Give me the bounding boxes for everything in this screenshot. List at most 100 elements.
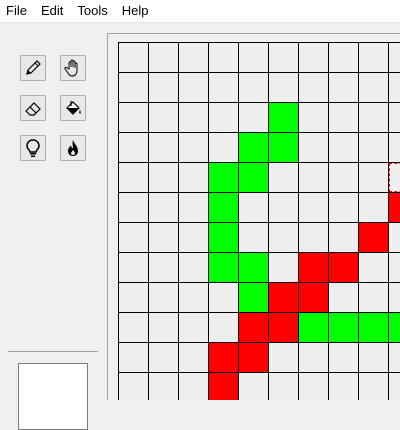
grid-cell[interactable] (388, 342, 400, 373)
grid-cell[interactable] (268, 342, 299, 373)
grid-cell[interactable] (298, 342, 329, 373)
grid-cell[interactable] (118, 72, 149, 103)
grid-cell[interactable] (268, 282, 299, 313)
grid-cell[interactable] (148, 312, 179, 343)
hand-tool-button[interactable] (60, 55, 86, 81)
eraser-tool-button[interactable] (20, 95, 46, 121)
grid-cell[interactable] (148, 72, 179, 103)
grid-cell[interactable] (238, 132, 269, 163)
grid-cell[interactable] (358, 162, 389, 193)
grid-cell[interactable] (208, 72, 239, 103)
grid-cell[interactable] (268, 252, 299, 283)
grid-cell[interactable] (148, 162, 179, 193)
grid-cell[interactable] (178, 222, 209, 253)
grid-cell[interactable] (268, 42, 299, 73)
grid-cell[interactable] (238, 192, 269, 223)
grid-cell[interactable] (208, 132, 239, 163)
menu-help[interactable]: Help (115, 0, 156, 22)
grid-cell[interactable] (118, 372, 149, 400)
grid-cell[interactable] (148, 342, 179, 373)
grid-cell[interactable] (328, 192, 359, 223)
pixel-grid[interactable] (118, 42, 400, 400)
grid-cell[interactable] (358, 282, 389, 313)
grid-cell[interactable] (328, 252, 359, 283)
grid-cell[interactable] (208, 162, 239, 193)
grid-cell[interactable] (148, 222, 179, 253)
grid-cell[interactable] (208, 342, 239, 373)
grid-cell[interactable] (298, 132, 329, 163)
fire-tool-button[interactable] (60, 135, 86, 161)
grid-cell[interactable] (178, 102, 209, 133)
grid-cell[interactable] (238, 162, 269, 193)
grid-cell[interactable] (358, 102, 389, 133)
grid-cell[interactable] (298, 42, 329, 73)
grid-cell[interactable] (358, 42, 389, 73)
grid-cell[interactable] (208, 282, 239, 313)
grid-cell[interactable] (268, 72, 299, 103)
grid-cell[interactable] (118, 162, 149, 193)
grid-cell[interactable] (358, 252, 389, 283)
grid-cell[interactable] (178, 162, 209, 193)
grid-cell[interactable] (388, 312, 400, 343)
grid-cell[interactable] (328, 102, 359, 133)
grid-cell[interactable] (148, 372, 179, 400)
grid-cell[interactable] (388, 162, 400, 193)
grid-cell[interactable] (328, 282, 359, 313)
grid-cell[interactable] (238, 102, 269, 133)
grid-cell[interactable] (298, 162, 329, 193)
grid-cell[interactable] (298, 372, 329, 400)
grid-cell[interactable] (238, 72, 269, 103)
grid-cell[interactable] (268, 192, 299, 223)
grid-cell[interactable] (178, 42, 209, 73)
grid-cell[interactable] (148, 132, 179, 163)
grid-cell[interactable] (298, 312, 329, 343)
grid-cell[interactable] (178, 132, 209, 163)
grid-cell[interactable] (328, 342, 359, 373)
grid-cell[interactable] (358, 222, 389, 253)
grid-cell[interactable] (118, 192, 149, 223)
grid-cell[interactable] (388, 282, 400, 313)
grid-cell[interactable] (298, 282, 329, 313)
grid-cell[interactable] (298, 102, 329, 133)
grid-cell[interactable] (268, 162, 299, 193)
grid-cell[interactable] (208, 222, 239, 253)
grid-cell[interactable] (298, 192, 329, 223)
grid-cell[interactable] (388, 102, 400, 133)
grid-cell[interactable] (388, 192, 400, 223)
grid-cell[interactable] (118, 282, 149, 313)
grid-cell[interactable] (178, 192, 209, 223)
grid-cell[interactable] (118, 132, 149, 163)
grid-cell[interactable] (118, 342, 149, 373)
grid-cell[interactable] (268, 102, 299, 133)
grid-cell[interactable] (388, 132, 400, 163)
grid-cell[interactable] (148, 252, 179, 283)
grid-cell[interactable] (238, 252, 269, 283)
grid-cell[interactable] (238, 42, 269, 73)
grid-cell[interactable] (388, 42, 400, 73)
grid-cell[interactable] (358, 192, 389, 223)
grid-cell[interactable] (118, 42, 149, 73)
grid-cell[interactable] (148, 192, 179, 223)
grid-cell[interactable] (298, 252, 329, 283)
paint-bucket-tool-button[interactable] (60, 95, 86, 121)
grid-cell[interactable] (208, 102, 239, 133)
grid-cell[interactable] (358, 72, 389, 103)
grid-cell[interactable] (388, 252, 400, 283)
grid-cell[interactable] (208, 312, 239, 343)
grid-cell[interactable] (148, 42, 179, 73)
grid-cell[interactable] (118, 312, 149, 343)
grid-cell[interactable] (178, 372, 209, 400)
grid-cell[interactable] (358, 132, 389, 163)
grid-cell[interactable] (298, 72, 329, 103)
grid-cell[interactable] (328, 372, 359, 400)
grid-cell[interactable] (328, 312, 359, 343)
grid-cell[interactable] (118, 222, 149, 253)
grid-cell[interactable] (268, 372, 299, 400)
grid-cell[interactable] (208, 252, 239, 283)
grid-cell[interactable] (268, 132, 299, 163)
grid-cell[interactable] (178, 312, 209, 343)
grid-cell[interactable] (148, 282, 179, 313)
grid-cell[interactable] (238, 312, 269, 343)
grid-cell[interactable] (358, 342, 389, 373)
grid-cell[interactable] (388, 72, 400, 103)
